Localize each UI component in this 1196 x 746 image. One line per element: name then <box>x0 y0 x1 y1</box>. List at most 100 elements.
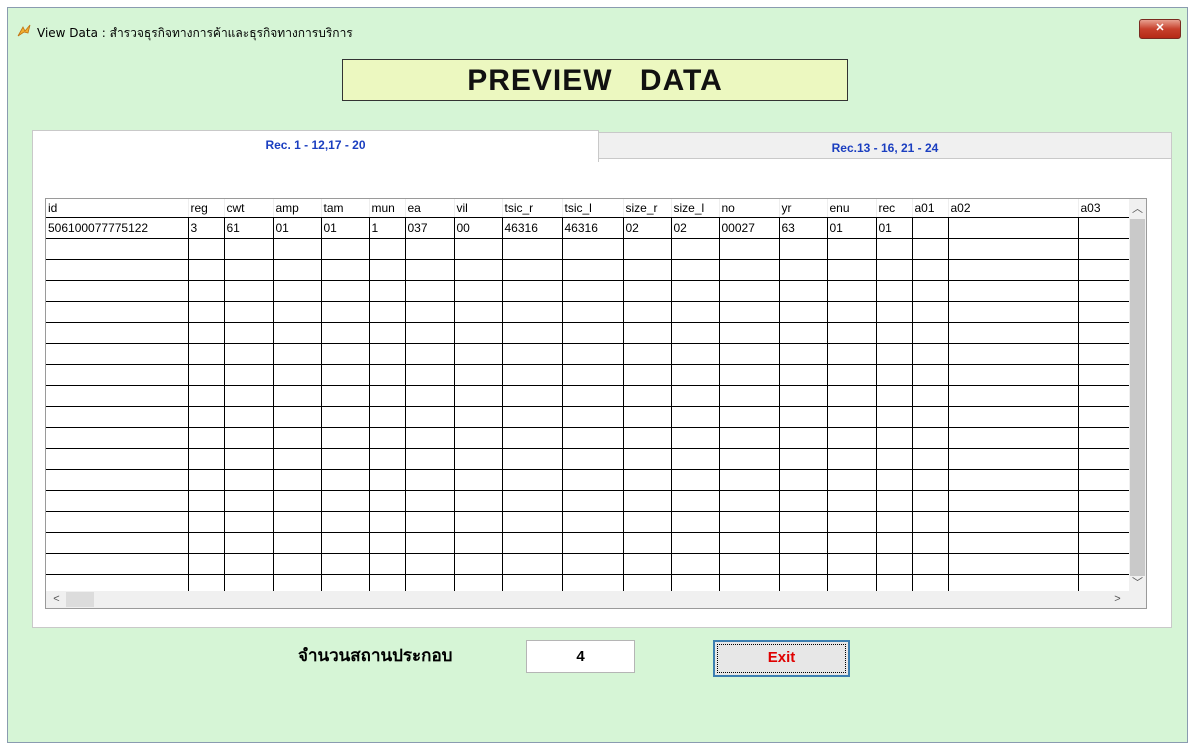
table-cell[interactable] <box>779 343 828 365</box>
table-cell[interactable] <box>779 301 828 323</box>
table-cell[interactable] <box>273 427 322 449</box>
column-header[interactable]: reg <box>188 199 225 218</box>
table-cell[interactable] <box>369 406 406 428</box>
table-cell[interactable] <box>827 448 877 470</box>
table-cell[interactable] <box>273 511 322 533</box>
table-cell[interactable] <box>369 280 406 302</box>
table-cell[interactable] <box>876 427 913 449</box>
table-cell[interactable] <box>405 469 455 491</box>
column-header[interactable]: cwt <box>224 199 274 218</box>
table-cell[interactable] <box>369 322 406 344</box>
table-cell[interactable] <box>671 406 720 428</box>
table-cell[interactable] <box>502 532 563 554</box>
table-cell[interactable] <box>46 553 189 575</box>
table-cell[interactable] <box>948 343 1079 365</box>
table-cell[interactable] <box>912 238 949 260</box>
table-cell[interactable] <box>876 553 913 575</box>
table-cell[interactable] <box>224 280 274 302</box>
table-cell[interactable] <box>827 322 877 344</box>
table-cell[interactable] <box>405 448 455 470</box>
table-cell[interactable] <box>623 511 672 533</box>
table-cell[interactable] <box>876 385 913 407</box>
table-cell[interactable] <box>779 490 828 512</box>
table-cell[interactable] <box>405 259 455 281</box>
table-cell[interactable] <box>369 532 406 554</box>
table-cell[interactable] <box>623 364 672 386</box>
table-cell[interactable] <box>827 406 877 428</box>
table-cell[interactable] <box>876 238 913 260</box>
scroll-track[interactable] <box>1130 219 1145 576</box>
table-cell[interactable] <box>912 490 949 512</box>
table-cell[interactable] <box>623 238 672 260</box>
table-cell[interactable] <box>948 406 1079 428</box>
table-cell[interactable]: 01 <box>321 217 370 239</box>
table-cell[interactable] <box>623 490 672 512</box>
table-cell[interactable] <box>188 469 225 491</box>
table-row[interactable] <box>46 490 1139 512</box>
table-cell[interactable] <box>779 406 828 428</box>
table-cell[interactable] <box>671 259 720 281</box>
table-cell[interactable] <box>827 364 877 386</box>
table-cell[interactable] <box>454 322 503 344</box>
table-cell[interactable] <box>827 427 877 449</box>
table-cell[interactable] <box>827 532 877 554</box>
table-cell[interactable] <box>948 364 1079 386</box>
column-header[interactable]: amp <box>273 199 322 218</box>
table-cell[interactable] <box>46 427 189 449</box>
table-row[interactable] <box>46 406 1139 428</box>
table-cell[interactable] <box>876 406 913 428</box>
table-cell[interactable] <box>454 448 503 470</box>
table-cell[interactable] <box>948 532 1079 554</box>
table-cell[interactable] <box>188 238 225 260</box>
column-header[interactable]: rec <box>876 199 913 218</box>
table-cell[interactable] <box>827 343 877 365</box>
column-header[interactable]: enu <box>827 199 877 218</box>
table-cell[interactable] <box>188 406 225 428</box>
table-cell[interactable] <box>671 280 720 302</box>
table-cell[interactable] <box>454 301 503 323</box>
table-cell[interactable] <box>827 385 877 407</box>
table-cell[interactable] <box>321 427 370 449</box>
table-cell[interactable] <box>623 322 672 344</box>
table-cell[interactable] <box>454 490 503 512</box>
table-row[interactable] <box>46 322 1139 344</box>
table-cell[interactable] <box>321 532 370 554</box>
table-row[interactable] <box>46 448 1139 470</box>
table-cell[interactable] <box>912 217 949 239</box>
table-cell[interactable] <box>502 343 563 365</box>
table-cell[interactable] <box>273 385 322 407</box>
table-cell[interactable] <box>948 259 1079 281</box>
table-cell[interactable] <box>827 280 877 302</box>
column-header[interactable]: vil <box>454 199 503 218</box>
table-cell[interactable] <box>454 511 503 533</box>
table-cell[interactable] <box>46 532 189 554</box>
table-cell[interactable] <box>912 385 949 407</box>
close-button[interactable]: ✕ <box>1139 19 1181 39</box>
table-cell[interactable] <box>779 448 828 470</box>
table-cell[interactable] <box>719 301 780 323</box>
table-cell[interactable] <box>188 532 225 554</box>
table-cell[interactable] <box>876 343 913 365</box>
table-cell[interactable] <box>188 364 225 386</box>
table-cell[interactable] <box>46 469 189 491</box>
table-cell[interactable] <box>46 343 189 365</box>
table-cell[interactable] <box>562 301 624 323</box>
table-cell[interactable] <box>779 238 828 260</box>
table-row[interactable] <box>46 280 1139 302</box>
column-header[interactable]: tam <box>321 199 370 218</box>
table-cell[interactable] <box>779 322 828 344</box>
scroll-up-icon[interactable]: ︿ <box>1129 201 1146 218</box>
table-cell[interactable] <box>321 553 370 575</box>
table-cell[interactable]: 00 <box>454 217 503 239</box>
table-cell[interactable] <box>273 448 322 470</box>
table-row[interactable] <box>46 427 1139 449</box>
table-cell[interactable] <box>454 532 503 554</box>
table-cell[interactable] <box>562 448 624 470</box>
table-cell[interactable] <box>779 364 828 386</box>
table-cell[interactable] <box>502 322 563 344</box>
column-header[interactable]: size_r <box>623 199 672 218</box>
table-cell[interactable] <box>224 385 274 407</box>
table-cell[interactable] <box>188 490 225 512</box>
table-cell[interactable] <box>671 322 720 344</box>
table-cell[interactable] <box>876 280 913 302</box>
